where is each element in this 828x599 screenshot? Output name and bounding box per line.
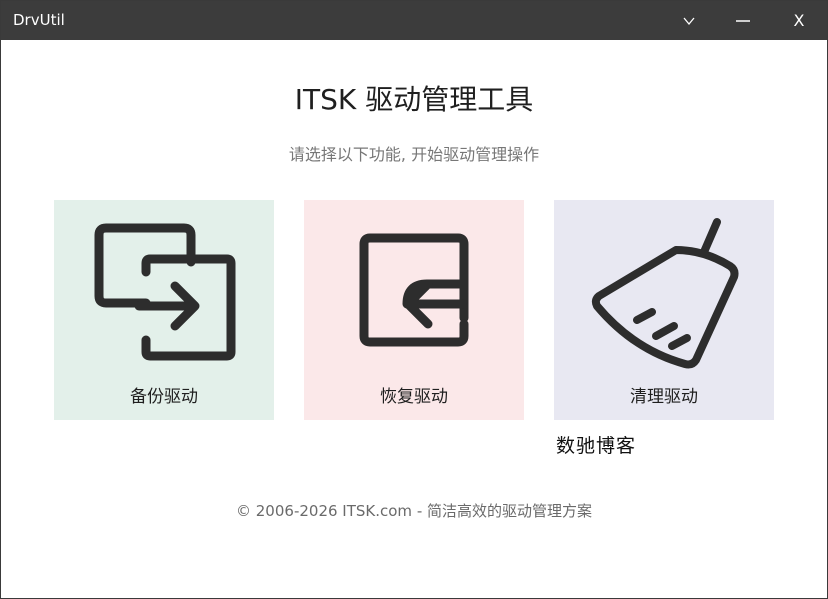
app-window: DrvUtil X ITSK 驱动管理工具 请选择以下功能, 开始驱动管理操作 bbox=[0, 0, 828, 599]
backup-driver-label: 备份驱动 bbox=[130, 387, 198, 407]
restore-driver-label: 恢复驱动 bbox=[380, 387, 448, 407]
close-label: X bbox=[793, 11, 805, 30]
clean-driver-label: 清理驱动 bbox=[630, 387, 698, 407]
watermark-text: 数驰博客 bbox=[556, 435, 637, 457]
backup-export-icon bbox=[54, 200, 274, 370]
minimize-icon bbox=[736, 19, 750, 23]
title-bar[interactable]: DrvUtil X bbox=[1, 1, 827, 40]
backup-driver-card[interactable]: 备份驱动 bbox=[54, 200, 274, 420]
footer-copyright: © 2006-2026 ITSK.com - 简洁高效的驱动管理方案 bbox=[236, 502, 592, 520]
close-button[interactable]: X bbox=[773, 1, 825, 40]
minimize-button[interactable] bbox=[717, 1, 769, 40]
restore-driver-card[interactable]: 恢复驱动 bbox=[304, 200, 524, 420]
dropdown-button[interactable] bbox=[663, 1, 715, 40]
app-title: DrvUtil bbox=[13, 11, 65, 29]
restore-import-icon bbox=[304, 200, 524, 370]
page-subtitle: 请选择以下功能, 开始驱动管理操作 bbox=[288, 145, 540, 164]
page-title: ITSK 驱动管理工具 bbox=[294, 83, 534, 116]
broom-icon bbox=[554, 200, 774, 370]
chevron-down-icon bbox=[683, 16, 695, 26]
clean-driver-card[interactable]: 清理驱动 bbox=[554, 200, 774, 420]
